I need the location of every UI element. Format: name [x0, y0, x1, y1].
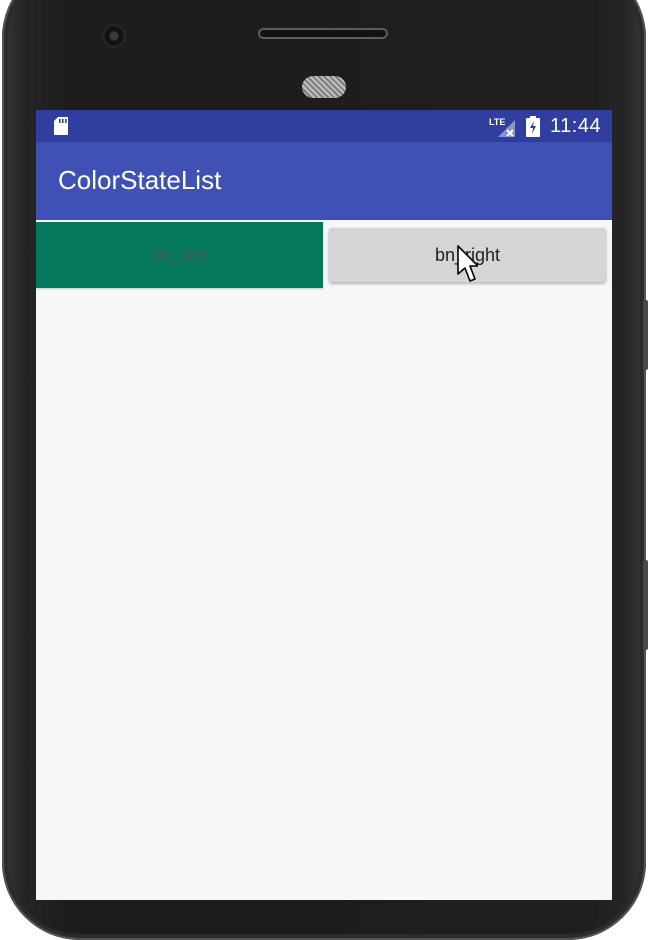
app-toolbar: ColorStateList	[36, 142, 612, 220]
device-frame: LTE 11:44 ColorStateList bn_left bn_righ…	[0, 0, 648, 940]
front-camera	[102, 24, 126, 48]
proximity-sensor	[302, 76, 346, 98]
lte-no-signal-icon: LTE	[489, 117, 515, 137]
bn-right-button[interactable]: bn_right	[329, 228, 606, 282]
phone-screen: LTE 11:44 ColorStateList bn_left bn_righ…	[36, 110, 612, 900]
app-title: ColorStateList	[58, 165, 222, 195]
svg-text:LTE: LTE	[489, 117, 505, 127]
sd-card-icon	[54, 117, 68, 135]
status-bar: LTE 11:44	[36, 110, 612, 142]
power-button	[643, 560, 648, 650]
main-content: bn_left bn_right	[36, 220, 612, 900]
battery-charging-icon	[526, 116, 540, 137]
earpiece-speaker	[258, 28, 388, 39]
bn-left-button[interactable]: bn_left	[36, 222, 323, 288]
status-time: 11:44	[550, 115, 602, 137]
volume-button	[643, 300, 648, 370]
